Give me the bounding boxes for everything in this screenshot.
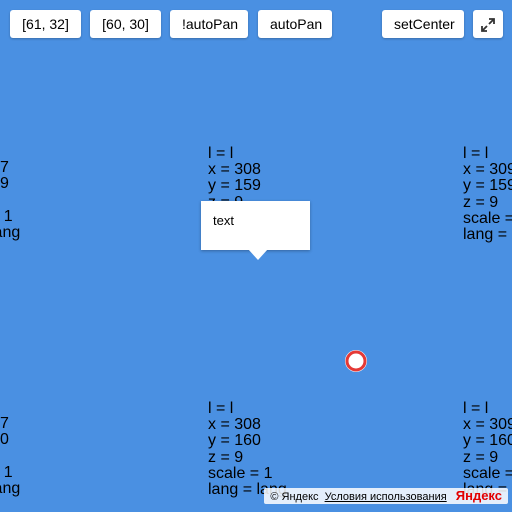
coords-60-30-button[interactable]: [60, 30] (90, 10, 161, 38)
autopan-button[interactable]: autoPan (258, 10, 332, 38)
tile-line: scale = (463, 209, 512, 227)
tile-line: 0 (0, 431, 9, 449)
set-center-button[interactable]: setCenter (382, 10, 464, 38)
tile-label-bottom-center: l = l x = 308 y = 160 z = 9 scale = 1 la… (208, 400, 287, 498)
yandex-logo[interactable]: Яндекс (456, 488, 502, 503)
balloon-text: text (213, 213, 234, 228)
tile-line: = 1 (0, 463, 13, 481)
tile-line (0, 192, 20, 208)
copyright-bar: © Яндекс Условия использования Яндекс (264, 488, 508, 504)
tile-label-bottom-right: l = l x = 309 y = 160 z = 9 scale = lang… (463, 400, 512, 498)
circle-placemark-icon[interactable] (343, 348, 369, 374)
tile-line: z = 9 (463, 448, 499, 466)
tile-line (0, 448, 20, 464)
balloon-tail (248, 249, 268, 260)
coords-61-32-button[interactable]: [61, 32] (10, 10, 81, 38)
tile-label-top-left: 7 9 = 1 lang (0, 159, 21, 241)
tile-line: scale = 1 (208, 464, 273, 482)
tile-line: x = 308 (208, 161, 261, 179)
tile-line: y = 159 (463, 177, 512, 195)
tile-label-top-right: l = l x = 309 y = 159 z = 9 scale = lang… (463, 145, 512, 243)
expand-arrows-icon (481, 18, 495, 32)
tile-line: y = 160 (208, 432, 261, 450)
tile-line: l = l (463, 400, 489, 417)
tile-line: z = 9 (463, 193, 499, 211)
tile-line: x = 309 (463, 161, 512, 179)
terms-link[interactable]: Условия использования (325, 491, 447, 503)
tile-line: lang (0, 479, 21, 497)
tile-line: l = l (463, 145, 489, 162)
tile-line: scale = (463, 464, 512, 482)
tile-line: 9 (0, 175, 9, 193)
copyright-text: © Яндекс (270, 491, 319, 503)
no-autopan-button[interactable]: !autoPan (170, 10, 248, 38)
tile-line: x = 309 (463, 416, 512, 434)
tile-line: y = 159 (208, 177, 261, 195)
tile-line: lang (0, 223, 21, 241)
tile-line: 7 (0, 415, 9, 432)
tile-line: lang = (463, 225, 508, 243)
tile-label-bottom-left: 7 0 = 1 lang (0, 415, 21, 497)
tile-line: 7 (0, 159, 9, 176)
tile-line: z = 9 (208, 448, 244, 466)
tile-line: y = 160 (463, 432, 512, 450)
tile-line: = 1 (0, 207, 13, 225)
map-canvas[interactable]: 7 9 = 1 lang l = l x = 308 y = 159 z = 9… (0, 0, 512, 512)
tile-line: l = l (208, 400, 234, 417)
map-balloon[interactable]: text (201, 201, 310, 250)
tile-line: x = 308 (208, 416, 261, 434)
tile-label-top-center: l = l x = 308 y = 159 z = 9 (208, 146, 261, 205)
fullscreen-button[interactable] (473, 10, 503, 38)
tile-line: l = l (208, 146, 234, 162)
